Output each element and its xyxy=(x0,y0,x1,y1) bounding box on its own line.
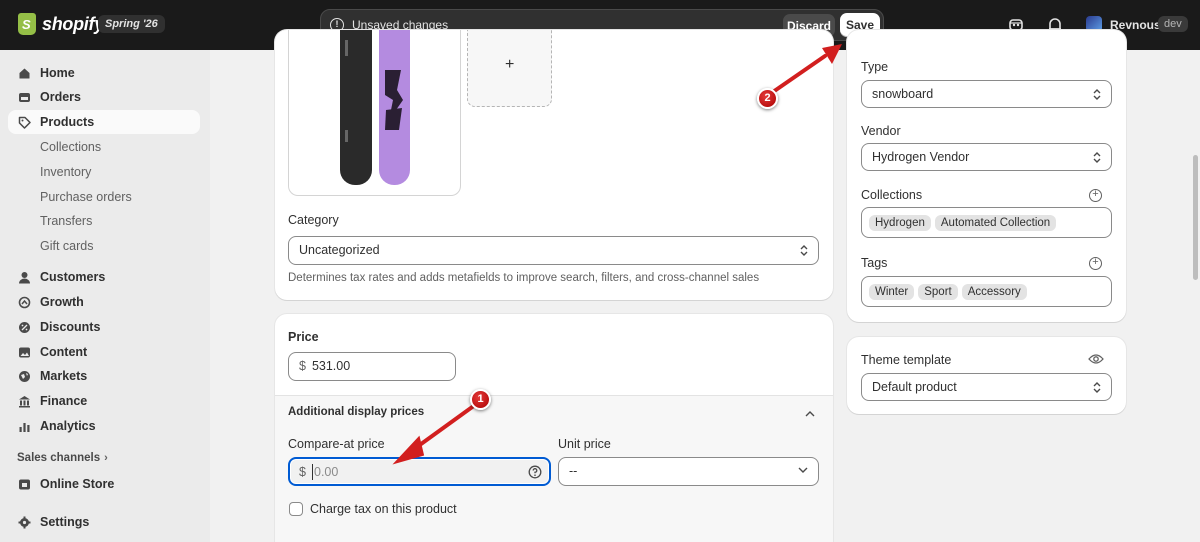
annotation-arrows xyxy=(392,44,842,465)
annotation-marker-1: 1 xyxy=(470,389,491,410)
annotation-marker-2: 2 xyxy=(757,88,778,109)
